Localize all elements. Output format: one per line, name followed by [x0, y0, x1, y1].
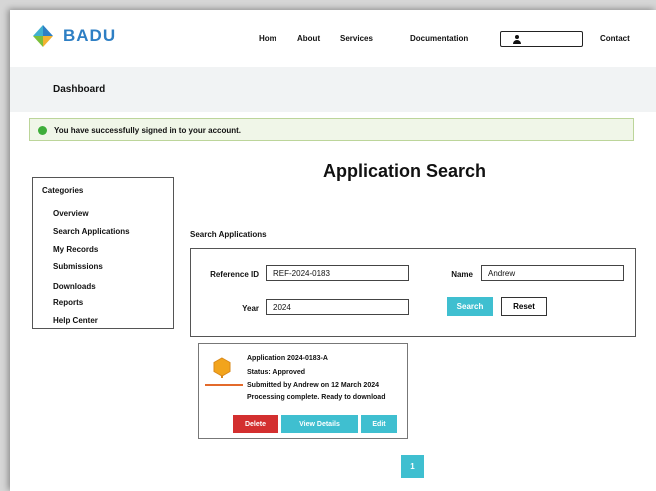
year-input[interactable] — [266, 299, 409, 315]
nav-link-services[interactable]: Services — [340, 35, 392, 43]
section-label: Search Applications — [190, 230, 267, 239]
search-button[interactable]: Search — [447, 297, 493, 316]
result-card: Application 2024-0183-A Status: Approved… — [198, 343, 408, 439]
logo[interactable]: BADU — [31, 24, 116, 48]
sidebar-item-submissions[interactable]: Submissions — [53, 262, 103, 271]
sidebar-item-my-records[interactable]: My Records — [53, 245, 98, 254]
card-divider — [205, 384, 243, 386]
banner-title: Dashboard — [53, 84, 106, 95]
name-label: Name — [451, 270, 473, 279]
sidebar-item-reports[interactable]: Reports — [53, 298, 83, 307]
search-form: Reference ID Name Year Search Reset — [190, 248, 636, 337]
edit-button[interactable]: Edit — [361, 415, 397, 433]
hexagon-badge-icon — [213, 357, 231, 378]
card-note: Processing complete. Ready to download — [247, 394, 386, 401]
alert-message: You have successfully signed in to your … — [54, 126, 242, 135]
card-submitted: Submitted by Andrew on 12 March 2024 — [247, 382, 379, 389]
card-status: Status: Approved — [247, 369, 306, 376]
nav-link-about[interactable]: About — [297, 35, 322, 43]
name-input[interactable] — [481, 265, 624, 281]
check-circle-icon — [38, 126, 47, 135]
user-icon — [513, 35, 521, 44]
reset-button[interactable]: Reset — [501, 297, 547, 316]
view-details-button[interactable]: View Details — [281, 415, 358, 433]
sidebar-item-search-applications[interactable]: Search Applications — [53, 227, 130, 236]
pagination-current-page[interactable]: 1 — [401, 455, 424, 478]
sidebar-item-downloads[interactable]: Downloads — [53, 282, 96, 291]
sidebar: Categories Overview Search Applications … — [32, 177, 174, 329]
nav-link-documentation[interactable]: Documentation — [410, 35, 492, 43]
success-alert: You have successfully signed in to your … — [29, 118, 634, 141]
page-title: Application Search — [323, 161, 487, 181]
reference-id-input[interactable] — [266, 265, 409, 281]
nav-link-contact[interactable]: Contact — [600, 35, 638, 43]
logo-text: BADU — [63, 26, 117, 45]
logo-icon — [33, 25, 53, 47]
page-banner: Dashboard — [10, 67, 656, 112]
sidebar-item-help-center[interactable]: Help Center — [53, 316, 98, 325]
account-button[interactable] — [500, 31, 583, 47]
card-title: Application 2024-0183-A — [247, 355, 328, 362]
sidebar-item-overview[interactable]: Overview — [53, 209, 89, 218]
sidebar-title: Categories — [42, 186, 84, 195]
year-label: Year — [242, 304, 259, 313]
page: BADU Home About Services Documentation C… — [10, 10, 656, 491]
reference-id-label: Reference ID — [210, 270, 259, 279]
top-nav: Home About Services Documentation Contac… — [259, 31, 638, 47]
nav-link-home[interactable]: Home — [259, 35, 276, 43]
delete-button[interactable]: Delete — [233, 415, 278, 433]
